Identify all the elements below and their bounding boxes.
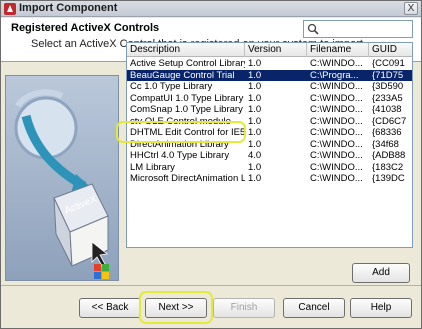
cell-filename: C:\WINDO... (310, 173, 363, 184)
cell-filename: C:\WINDO... (310, 161, 363, 173)
cell-guid: {41038 (372, 104, 402, 115)
cell-filename: C:\WINDO... (310, 150, 363, 161)
next-highlight-annotation (139, 291, 213, 324)
cell-description: BeauGauge Control Trial (130, 69, 235, 81)
cell-filename: C:\WINDO... (310, 138, 363, 150)
cell-guid: {233A5 (372, 92, 403, 104)
table-row[interactable]: ComSnap 1.0 Type Library 1.0 C:\WINDO... {4… (127, 104, 412, 115)
table-header: Description Version Filename GUID (127, 43, 412, 57)
cancel-button[interactable]: Cancel (283, 298, 345, 318)
cell-guid: {183C2 (372, 161, 404, 173)
help-button[interactable]: Help (350, 298, 412, 318)
cell-description: LM Library (130, 161, 175, 173)
cell-description: Active Setup Control Library (130, 58, 245, 69)
column-header-version[interactable]: Version (245, 43, 307, 57)
close-button[interactable]: X (404, 2, 418, 15)
finish-button[interactable]: Finish (213, 298, 275, 318)
cell-filename: C:\WINDO... (310, 127, 363, 138)
cell-version: 1.0 (248, 173, 262, 184)
cell-filename: C:\WINDO... (310, 58, 363, 69)
cell-version: 1.0 (248, 92, 262, 104)
cell-guid: {CD6C7 (372, 115, 407, 127)
cell-version: 1.0 (248, 115, 262, 127)
cell-guid: {ADB88 (372, 150, 406, 161)
cell-description: Cc 1.0 Type Library (130, 81, 213, 92)
cell-description: Microsoft DirectAnimation Library (130, 173, 245, 184)
title-bar[interactable]: Import Component X (1, 1, 421, 17)
cell-version: 1.0 (248, 69, 262, 81)
cell-filename: C:\WINDO... (310, 92, 363, 104)
cell-guid: {34f68 (372, 138, 399, 150)
cell-version: 4.0 (248, 150, 262, 161)
page-title: Registered ActiveX Controls (11, 22, 160, 34)
add-button[interactable]: Add (352, 263, 410, 283)
activex-illustration: ActiveX (5, 75, 119, 281)
controls-table[interactable]: Description Version Filename GUID Active… (126, 42, 413, 248)
cell-description: CompatUI 1.0 Type Library (130, 92, 244, 104)
app-icon (4, 3, 16, 15)
row-highlight-annotation (116, 121, 246, 143)
cell-description: ComSnap 1.0 Type Library (130, 104, 243, 115)
cell-version: 1.0 (248, 104, 262, 115)
cell-guid: {139DC (372, 173, 405, 184)
search-icon (307, 23, 319, 35)
cell-version: 1.0 (248, 161, 262, 173)
close-icon: X (407, 3, 415, 14)
activex-graphic: ActiveX (14, 89, 109, 279)
cell-guid: {CC091 (372, 58, 405, 69)
search-input[interactable] (303, 20, 413, 38)
cell-version: 1.0 (248, 58, 262, 69)
table-row[interactable]: BeauGauge Control Trial 1.0 C:\Progra... {7… (127, 69, 412, 81)
table-row[interactable]: Cc 1.0 Type Library 1.0 C:\WINDO... {3D590 (127, 81, 412, 92)
cell-filename: C:\Progra... (310, 69, 359, 81)
cell-filename: C:\WINDO... (310, 104, 363, 115)
table-row[interactable]: LM Library 1.0 C:\WINDO... {183C2 (127, 161, 412, 173)
table-row[interactable]: Microsoft DirectAnimation Library1.0 C:\W… (127, 173, 412, 184)
cell-version: 1.0 (248, 127, 262, 138)
column-header-description[interactable]: Description (127, 43, 245, 57)
column-header-filename[interactable]: Filename (307, 43, 369, 57)
table-row[interactable]: HHCtrl 4.0 Type Library 4.0 C:\WINDO... {AD… (127, 150, 412, 161)
cell-version: 1.0 (248, 138, 262, 150)
import-component-dialog: Import Component X Registered ActiveX Co… (0, 0, 422, 329)
back-button[interactable]: << Back (79, 298, 141, 318)
cell-guid: {68336 (372, 127, 402, 138)
cell-filename: C:\WINDO... (310, 81, 363, 92)
column-header-guid[interactable]: GUID (369, 43, 412, 57)
table-row[interactable]: Active Setup Control Library 1.0 C:\WINDO.… (127, 58, 412, 69)
cell-guid: {3D590 (372, 81, 404, 92)
table-row[interactable]: CompatUI 1.0 Type Library 1.0 C:\WINDO... {… (127, 92, 412, 104)
cell-version: 1.0 (248, 81, 262, 92)
window-title: Import Component (19, 2, 118, 14)
cell-guid: {71D75 (372, 69, 404, 81)
cell-filename: C:\WINDO... (310, 115, 363, 127)
cell-description: HHCtrl 4.0 Type Library (130, 150, 230, 161)
